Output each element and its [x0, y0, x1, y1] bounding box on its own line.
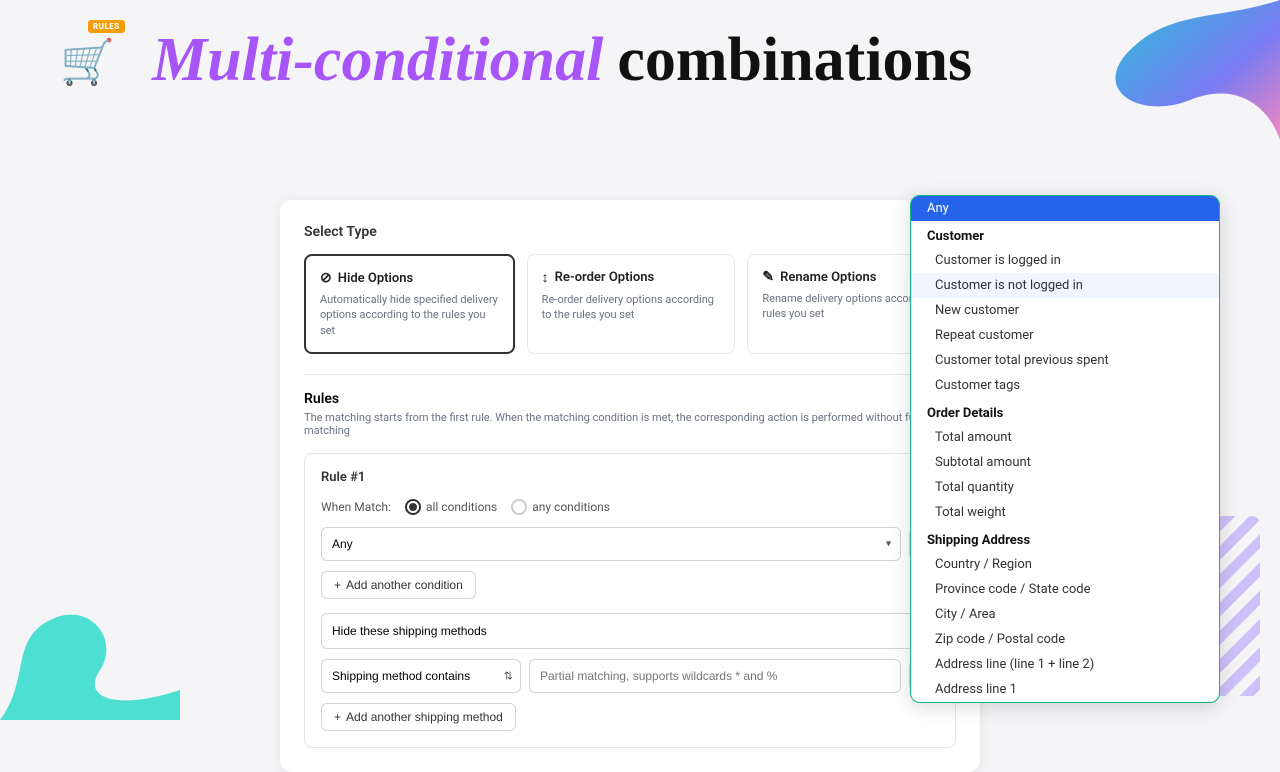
dropdown-option-repeat-customer[interactable]: Repeat customer: [911, 323, 1219, 348]
method-select[interactable]: Shipping method contains: [321, 659, 521, 693]
plus-icon: +: [334, 578, 341, 592]
card-hide-options[interactable]: ⊘ Hide Options Automatically hide specif…: [304, 254, 515, 354]
add-condition-button[interactable]: + Add another condition: [321, 571, 476, 599]
condition-select[interactable]: Any: [321, 527, 901, 561]
add-shipping-method-button[interactable]: + Add another shipping method: [321, 703, 516, 731]
dropdown-category-shipping-address: Shipping Address: [911, 525, 1219, 552]
dropdown-option-customer-total-previous-spent[interactable]: Customer total previous spent: [911, 348, 1219, 373]
dropdown-option-customer-is-logged-in[interactable]: Customer is logged in: [911, 248, 1219, 273]
dropdown-option-customer-tags[interactable]: Customer tags: [911, 373, 1219, 398]
main-panel: Select Type ⊘ Hide Options Automatically…: [280, 200, 980, 772]
card-reorder-desc: Re-order delivery options according to t…: [542, 292, 721, 323]
dropdown-option-address-line-line-1--line-2[interactable]: Address line (line 1 + line 2): [911, 652, 1219, 677]
dropdown-item-any[interactable]: Any: [911, 196, 1219, 221]
when-match-row: When Match: all conditions any condition…: [321, 499, 939, 515]
dropdown-option-province-code--state-code[interactable]: Province code / State code: [911, 577, 1219, 602]
card-reorder-label: Re-order Options: [555, 270, 654, 285]
radio-any-conditions[interactable]: any conditions: [511, 499, 610, 515]
type-cards: ⊘ Hide Options Automatically hide specif…: [304, 254, 956, 354]
dropdown-option-country--region[interactable]: Country / Region: [911, 552, 1219, 577]
radio-all-circle: [405, 499, 421, 515]
shipping-action-wrap: Hide these shipping methods: [321, 613, 939, 649]
reorder-icon: ↕: [542, 269, 549, 286]
radio-all-conditions[interactable]: all conditions: [405, 499, 497, 515]
bg-wave-top-right: [940, 0, 1280, 140]
header: RULES 🛒 Multi-conditional combinations: [60, 20, 972, 100]
dropdown-category-customer: Customer: [911, 221, 1219, 248]
dropdown-option-zip-code--postal-code[interactable]: Zip code / Postal code: [911, 627, 1219, 652]
shipping-method-row: Shipping method contains 🗑: [321, 659, 939, 693]
rules-title: Rules: [304, 391, 956, 407]
logo-area: RULES 🛒: [60, 20, 140, 100]
logo-badge: RULES: [88, 20, 125, 33]
title-multicondional: Multi-conditional: [152, 25, 603, 96]
dropdown-category-order-details: Order Details: [911, 398, 1219, 425]
radio-any-circle: [511, 499, 527, 515]
dropdown-option-address-line-1[interactable]: Address line 1: [911, 677, 1219, 702]
card-hide-label: Hide Options: [338, 271, 413, 286]
add-condition-label: Add another condition: [346, 578, 463, 592]
card-hide-desc: Automatically hide specified delivery op…: [320, 292, 499, 338]
dropdown-option-new-customer[interactable]: New customer: [911, 298, 1219, 323]
logo-cart-icon: 🛒: [60, 36, 140, 88]
method-select-wrap: Shipping method contains: [321, 659, 521, 693]
rules-desc: The matching starts from the first rule.…: [304, 411, 956, 437]
radio-group: all conditions any conditions: [405, 499, 610, 515]
radio-all-dot: [409, 503, 417, 511]
title-combinations: combinations: [617, 25, 972, 96]
dropdown-option-total-quantity[interactable]: Total quantity: [911, 475, 1219, 500]
method-value-input[interactable]: [529, 659, 901, 693]
dropdown-option-subtotal-amount[interactable]: Subtotal amount: [911, 450, 1219, 475]
card-reorder-options[interactable]: ↕ Re-order Options Re-order delivery opt…: [527, 254, 736, 354]
bg-wave-bottom-left: [0, 600, 180, 720]
rule-number: Rule #1: [321, 470, 939, 485]
condition-row: Any 🗑: [321, 527, 939, 561]
hide-icon: ⊘: [320, 270, 332, 286]
dropdown-option-customer-is-not-logged-in[interactable]: Customer is not logged in: [911, 273, 1219, 298]
dropdown-option-city--area[interactable]: City / Area: [911, 602, 1219, 627]
rule-1-box: Rule #1 When Match: all conditions any c…: [304, 453, 956, 748]
shipping-action-select[interactable]: Hide these shipping methods: [321, 613, 939, 649]
condition-dropdown[interactable]: AnyCustomerCustomer is logged inCustomer…: [910, 195, 1220, 703]
rules-section: Rules The matching starts from the first…: [304, 374, 956, 748]
add-shipping-label: Add another shipping method: [346, 710, 503, 724]
dropdown-option-total-amount[interactable]: Total amount: [911, 425, 1219, 450]
radio-any-label: any conditions: [532, 500, 610, 514]
when-match-label: When Match:: [321, 500, 391, 514]
select-type-label: Select Type: [304, 224, 956, 240]
rename-icon: ✎: [762, 269, 774, 285]
radio-all-label: all conditions: [426, 500, 497, 514]
condition-select-wrap: Any: [321, 527, 901, 561]
dropdown-option-total-weight[interactable]: Total weight: [911, 500, 1219, 525]
card-rename-label: Rename Options: [780, 270, 876, 285]
plus-icon-2: +: [334, 710, 341, 724]
